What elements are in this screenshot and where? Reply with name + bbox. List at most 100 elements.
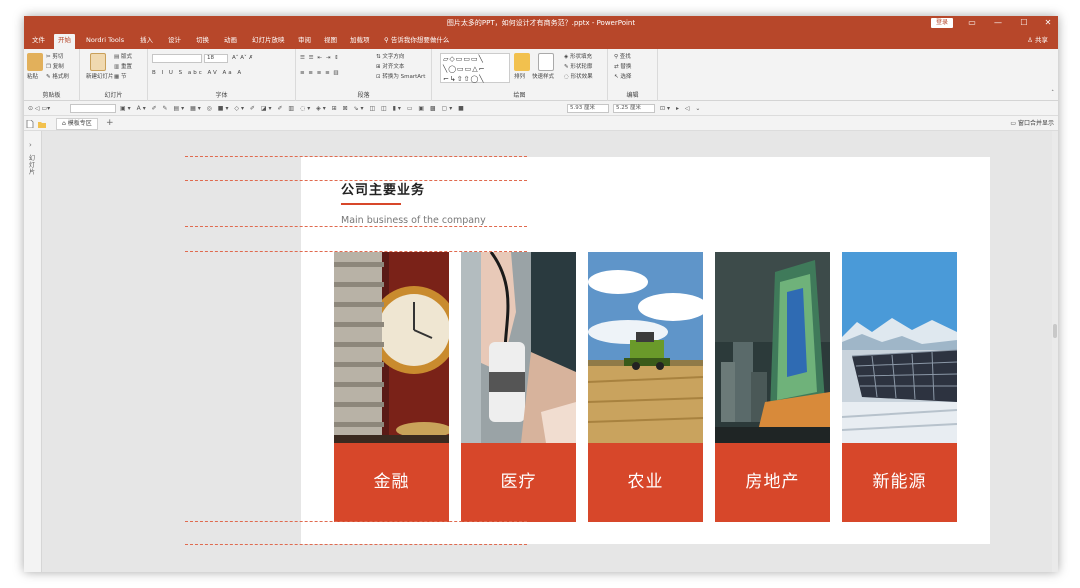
slide-subtitle[interactable]: Main business of the company <box>341 215 486 226</box>
quick-styles-icon <box>538 53 554 71</box>
font-name-combo[interactable] <box>152 54 202 63</box>
business-card-agriculture[interactable]: 农业 <box>588 252 703 522</box>
ribbon-tab-bar: 文件 开始 Nordri Tools 插入 设计 切换 动画 幻灯片放映 审阅 … <box>24 31 1058 49</box>
smartart-label: 转换为 SmartArt <box>382 74 426 80</box>
add-tab-button[interactable]: + <box>106 118 114 128</box>
folder-icon[interactable] <box>38 120 46 128</box>
tab-addins[interactable]: 加载项 <box>346 35 374 45</box>
shape-fill-button[interactable]: ◈ 形状填充 <box>564 53 592 61</box>
tell-me-box[interactable]: ⚲ 告诉我你想要做什么 <box>384 35 449 45</box>
lightbulb-icon: ⚲ <box>384 36 389 44</box>
format-font-combo[interactable] <box>70 104 116 113</box>
new-slide-button[interactable]: 新建幻灯片 <box>86 73 116 81</box>
tab-review[interactable]: 审阅 <box>294 35 315 45</box>
paste-button[interactable]: 粘贴 <box>27 73 38 81</box>
list-buttons[interactable]: ☰ ☰ ⇤ ⇥ ⇕ <box>300 54 340 62</box>
home-icon: ⌂ <box>62 120 66 127</box>
align-buttons[interactable]: ≡ ≡ ≡ ≡ ▥ <box>300 69 340 77</box>
slide[interactable]: 公司主要业务 Main business of the company 金融 医… <box>301 157 990 544</box>
section-icon: ▦ <box>114 74 120 80</box>
group-editing: ⚲ 查找 ⇄ 替换 ↖ 选择 编辑 <box>608 49 658 101</box>
close-button[interactable]: ✕ <box>1036 16 1058 31</box>
ribbon-display-icon[interactable]: ▭ <box>960 16 984 31</box>
section-label: 节 <box>120 74 127 80</box>
business-card-new-energy[interactable]: 新能源 <box>842 252 957 522</box>
shape-outline-button[interactable]: ✎ 形状轮廓 <box>564 63 592 71</box>
scrollbar-thumb[interactable] <box>1053 324 1057 338</box>
text-direction-button[interactable]: ⇅ 文字方向 <box>376 53 404 61</box>
merge-windows-button[interactable]: ▭ 窗口合并显示 <box>1010 119 1054 128</box>
cut-button[interactable]: ✂ 剪切 <box>46 53 63 61</box>
slide-title[interactable]: 公司主要业务 <box>341 179 425 198</box>
tab-view[interactable]: 视图 <box>320 35 341 45</box>
find-button[interactable]: ⚲ 查找 <box>614 53 631 61</box>
font-style-buttons[interactable]: B I U S abc AV Aa A <box>152 69 243 77</box>
reset-button[interactable]: ▥ 重置 <box>114 63 132 71</box>
layout-button[interactable]: ▤ 版式 <box>114 53 132 61</box>
minimize-button[interactable]: — <box>986 16 1010 31</box>
copy-label: 复制 <box>52 64 64 70</box>
align-text-button[interactable]: ⊞ 对齐文本 <box>376 63 404 71</box>
powerpoint-window: 图片太多的PPT，如何设计才有商务范？.pptx - PowerPoint 登录… <box>24 16 1058 572</box>
card-label-agriculture[interactable]: 农业 <box>588 443 703 522</box>
template-tab-label: 模板专区 <box>67 120 92 127</box>
replace-label: 替换 <box>620 64 632 70</box>
group-slides: 新建幻灯片 ▤ 版式 ▥ 重置 ▦ 节 幻灯片 <box>80 49 148 101</box>
quick-access-icons[interactable]: ⊙ ◁ ▭▾ <box>28 104 50 113</box>
find-label: 查找 <box>619 54 631 60</box>
card-label-medical[interactable]: 医疗 <box>461 443 576 522</box>
tab-file[interactable]: 文件 <box>28 35 49 45</box>
font-grow-shrink-icon[interactable]: A˄ A˅ ✗ <box>232 54 253 62</box>
guide-line <box>185 251 527 252</box>
card-label-new-energy[interactable]: 新能源 <box>842 443 957 522</box>
select-button[interactable]: ↖ 选择 <box>614 73 631 81</box>
vertical-scrollbar[interactable] <box>1052 131 1058 572</box>
shapes-gallery[interactable]: ▱◇▭▭▭╲ ╲◯▭▭△⌐ ⌐↳⇧⇧◯╲ <box>440 53 510 83</box>
clipboard-icon <box>27 53 43 71</box>
shape-effects-button[interactable]: ◌ 形状效果 <box>564 73 593 81</box>
collapse-ribbon-icon[interactable]: ˄ <box>1051 89 1054 97</box>
business-card-real-estate[interactable]: 房地产 <box>715 252 830 522</box>
replace-button[interactable]: ⇄ 替换 <box>614 63 631 71</box>
login-button[interactable]: 登录 <box>931 18 953 28</box>
group-font: 18 A˄ A˅ ✗ B I U S abc AV Aa A 字体 <box>148 49 296 101</box>
merge-windows-label: 窗口合并显示 <box>1017 120 1054 127</box>
outline-icon: ✎ <box>564 64 569 70</box>
finance-photo <box>334 252 449 443</box>
business-card-medical[interactable]: 医疗 <box>461 252 576 522</box>
smartart-button[interactable]: ⊡ 转换为 SmartArt <box>376 73 425 81</box>
shape-width-field[interactable]: 5.93 厘米 <box>567 104 609 113</box>
card-label-real-estate[interactable]: 房地产 <box>715 443 830 522</box>
format-tool-icons[interactable]: ▣▾ A▾ ✐ ✎ ▤▾ ▦▾ ◎ ■▾ ◇▾ ✐ ◪▾ ✐ ▥ ◌▾ ◈▾ ⊞… <box>120 104 466 113</box>
extra-tool-icons[interactable]: ⊡▾ ▸ ◁ ⌄ <box>660 104 702 113</box>
format-toolbar: ⊙ ◁ ▭▾ ▣▾ A▾ ✐ ✎ ▤▾ ▦▾ ◎ ■▾ ◇▾ ✐ ◪▾ ✐ ▥ … <box>24 101 1058 116</box>
tab-nordri-tools[interactable]: Nordri Tools <box>82 35 128 45</box>
share-button[interactable]: ♙ 共享 <box>1027 35 1048 45</box>
copy-button[interactable]: ❐ 复制 <box>46 63 64 71</box>
group-clipboard: 粘贴 ✂ 剪切 ❐ 复制 ✎ 格式刷 剪贴板 <box>24 49 80 101</box>
tab-transitions[interactable]: 切换 <box>192 35 213 45</box>
tab-slideshow[interactable]: 幻灯片放映 <box>248 35 289 45</box>
search-icon: ⚲ <box>614 54 619 60</box>
tab-template-zone[interactable]: ⌂ 模板专区 <box>56 118 98 130</box>
font-size-combo[interactable]: 18 <box>204 54 228 63</box>
card-label-finance[interactable]: 金融 <box>334 443 449 522</box>
slides-group-label: 幻灯片 <box>104 92 123 99</box>
expand-pane-icon[interactable]: › <box>29 141 32 149</box>
quick-styles-button[interactable]: 快速样式 <box>532 73 554 81</box>
arrange-button[interactable]: 排列 <box>514 73 525 81</box>
new-document-icon[interactable] <box>26 120 34 128</box>
tab-home[interactable]: 开始 <box>54 34 75 49</box>
business-card-finance[interactable]: 金融 <box>334 252 449 522</box>
format-painter-button[interactable]: ✎ 格式刷 <box>46 73 69 81</box>
title-underline <box>341 203 401 205</box>
tab-insert[interactable]: 插入 <box>136 35 157 45</box>
shape-height-field[interactable]: 5.25 厘米 <box>613 104 655 113</box>
tab-design[interactable]: 设计 <box>164 35 185 45</box>
section-button[interactable]: ▦ 节 <box>114 73 126 81</box>
align-text-label: 对齐文本 <box>382 64 405 70</box>
maximize-button[interactable]: ☐ <box>1012 16 1036 31</box>
smartart-icon: ⊡ <box>376 74 381 80</box>
copy-icon: ❐ <box>46 64 51 70</box>
tab-animations[interactable]: 动画 <box>220 35 241 45</box>
